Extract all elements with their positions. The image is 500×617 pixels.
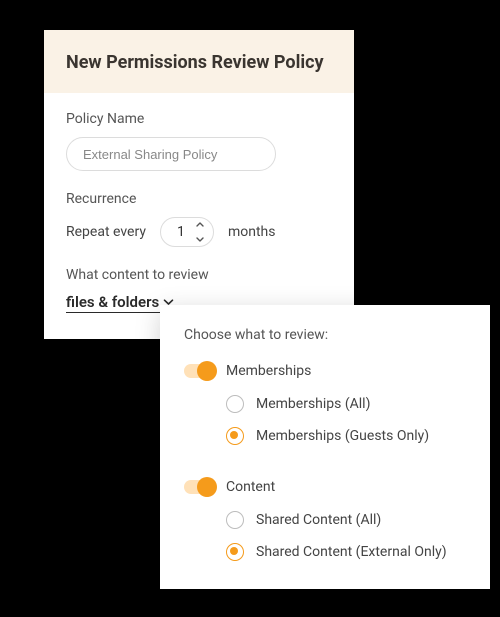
policy-name-label: Policy Name [66, 111, 332, 127]
group-memberships-label: Memberships [226, 363, 311, 379]
group-content-label: Content [226, 479, 275, 495]
panel-title: New Permissions Review Policy [66, 52, 332, 73]
group-content-header: Content [184, 479, 466, 495]
review-popover: Choose what to review: Memberships Membe… [160, 305, 490, 589]
recurrence-prefix: Repeat every [66, 224, 146, 240]
group-content-options: Shared Content (All) Shared Content (Ext… [184, 511, 466, 561]
group-content: Content Shared Content (All) Shared Cont… [184, 479, 466, 561]
option-label: Memberships (All) [256, 396, 370, 412]
radio-icon [226, 427, 244, 445]
content-selected: files & folders [66, 293, 159, 311]
group-memberships: Memberships Memberships (All) Membership… [184, 363, 466, 445]
toggle-memberships[interactable] [184, 364, 214, 378]
radio-icon [226, 511, 244, 529]
content-label: What content to review [66, 267, 332, 283]
group-memberships-options: Memberships (All) Memberships (Guests On… [184, 395, 466, 445]
option-memberships-all[interactable]: Memberships (All) [226, 395, 466, 413]
option-label: Shared Content (External Only) [256, 544, 447, 560]
panel-header: New Permissions Review Policy [44, 30, 354, 93]
recurrence-row: Repeat every 1 months [66, 217, 332, 247]
stepper-arrows-icon [196, 222, 204, 242]
recurrence-stepper[interactable]: 1 [160, 217, 214, 247]
recurrence-unit: months [228, 224, 276, 240]
policy-name-input[interactable] [66, 137, 276, 171]
toggle-content[interactable] [184, 480, 214, 494]
policy-name-section: Policy Name [66, 111, 332, 171]
option-label: Memberships (Guests Only) [256, 428, 429, 444]
popover-title: Choose what to review: [184, 327, 466, 343]
radio-icon [226, 543, 244, 561]
group-memberships-header: Memberships [184, 363, 466, 379]
option-label: Shared Content (All) [256, 512, 381, 528]
recurrence-label: Recurrence [66, 191, 332, 207]
policy-panel: New Permissions Review Policy Policy Nam… [44, 30, 354, 339]
option-memberships-guests[interactable]: Memberships (Guests Only) [226, 427, 466, 445]
content-dropdown[interactable]: files & folders [66, 293, 174, 313]
option-shared-external[interactable]: Shared Content (External Only) [226, 543, 466, 561]
recurrence-section: Recurrence Repeat every 1 months [66, 191, 332, 247]
panel-body: Policy Name Recurrence Repeat every 1 mo… [44, 93, 354, 339]
recurrence-value: 1 [177, 224, 185, 240]
option-shared-all[interactable]: Shared Content (All) [226, 511, 466, 529]
radio-icon [226, 395, 244, 413]
